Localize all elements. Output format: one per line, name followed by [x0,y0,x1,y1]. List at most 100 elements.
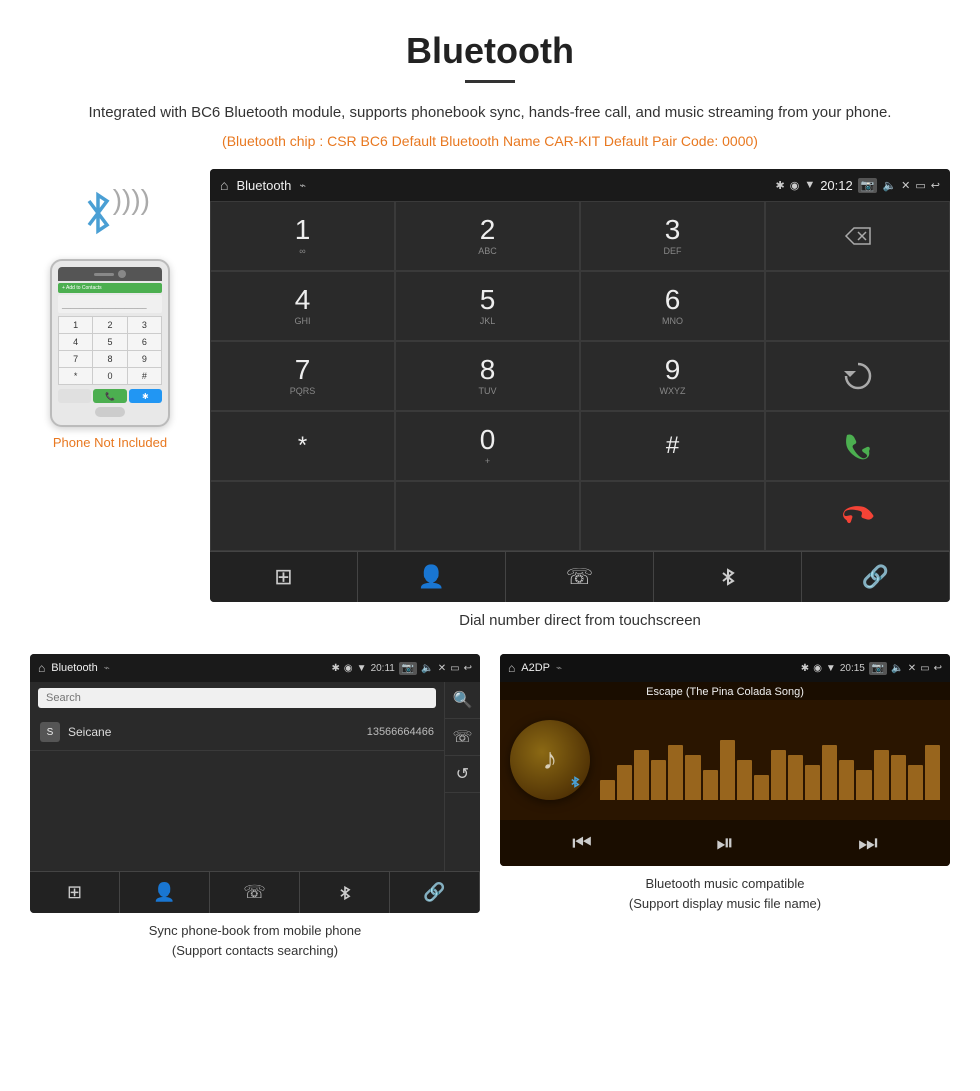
pb-nav-grid[interactable]: ⊞ [30,872,120,913]
music-bar [720,740,735,800]
dial-key-hash[interactable]: # [580,411,765,481]
phone-top-bar [58,267,162,281]
phone-add-contacts-label: + Add to Contacts [62,285,102,291]
music-time: 20:15 [840,663,865,674]
camera-icon[interactable]: 📷 [858,178,878,193]
pb-search-row [30,682,444,714]
signal-status-icon: ▼ [804,179,815,191]
dialer-status-bar: ⌂ Bluetooth ⌁ ✱ ◉ ▼ 20:12 📷 🔈 ✕ ▭ ↩ [210,169,950,201]
dial-key-8[interactable]: 8 TUV [395,341,580,411]
dial-call-button[interactable] [765,411,950,481]
pb-search-input[interactable] [38,688,436,708]
dial-key-star[interactable]: * [210,411,395,481]
page-title: Bluetooth [20,30,960,72]
main-content: )))) + Add to Contacts _________________… [0,159,980,654]
music-caption: Bluetooth music compatible(Support displ… [629,874,821,913]
dial-key-4[interactable]: 4 GHI [210,271,395,341]
music-bar [754,775,769,800]
phone-icon: ☏ [566,564,594,590]
music-back-icon[interactable]: ↩ [934,663,942,674]
pb-phone-right-icon[interactable]: ☏ [445,719,480,756]
dialer-screen: ⌂ Bluetooth ⌁ ✱ ◉ ▼ 20:12 📷 🔈 ✕ ▭ ↩ [210,169,950,602]
dialer-nav-phone[interactable]: ☏ [506,552,654,602]
pb-nav-phone[interactable]: ☏ [210,872,300,913]
dialer-nav-bluetooth[interactable] [654,552,802,602]
music-cam-icon[interactable]: 📷 [869,662,887,675]
pb-back-icon[interactable]: ↩ [464,663,472,674]
music-close-icon[interactable]: ✕ [908,663,916,674]
phone-section: )))) + Add to Contacts _________________… [20,169,200,450]
pb-phone-icon: ☏ [243,882,266,903]
music-screen-icon[interactable]: ▭ [920,663,929,674]
dialer-section: ⌂ Bluetooth ⌁ ✱ ◉ ▼ 20:12 📷 🔈 ✕ ▭ ↩ [210,169,950,644]
dial-key-3[interactable]: 3 DEF [580,201,765,271]
music-usb-icon: ⌁ [556,663,562,674]
music-controls: ⏮ ⏯ ⏭ [500,820,950,866]
music-status-bar: ⌂ A2DP ⌁ ✱ ◉ ▼ 20:15 📷 🔈 ✕ ▭ ↩ [500,654,950,682]
volume-icon[interactable]: 🔈 [882,179,896,192]
dialer-keys-grid: 1 ∞ 2 ABC 3 DEF [210,201,950,551]
dial-key-6[interactable]: 6 MNO [580,271,765,341]
pb-home-icon[interactable]: ⌂ [38,661,45,675]
dial-redial-button[interactable] [765,341,950,411]
back-icon[interactable]: ↩ [931,179,940,192]
pb-screen-icon[interactable]: ▭ [450,663,459,674]
dial-key-5[interactable]: 5 JKL [395,271,580,341]
music-main-area: ♪ [500,700,950,820]
pb-refresh-right-icon[interactable]: ↺ [445,756,480,793]
dial-key-1[interactable]: 1 ∞ [210,201,395,271]
music-playpause-button[interactable]: ⏯ [716,830,734,856]
contacts-icon: 👤 [418,564,445,590]
music-bt-badge-icon [568,775,582,792]
phone-add-contacts-bar: + Add to Contacts [58,283,162,293]
music-bar [822,745,837,800]
pb-title: Bluetooth [51,662,97,674]
pb-close-icon[interactable]: ✕ [438,663,446,674]
music-prev-button[interactable]: ⏮ [572,830,592,856]
dial-empty-r2 [765,271,950,341]
music-status-icons: ✱ ◉ ▼ 20:15 📷 🔈 ✕ ▭ ↩ [801,662,942,675]
wifi-waves-icon: )))) [113,184,150,216]
pb-search-right-icon[interactable]: 🔍 [445,682,480,719]
music-signal-icon: ▼ [826,663,836,674]
screen-icon[interactable]: ▭ [915,179,925,192]
phone-device: + Add to Contacts ___________________ 12… [50,259,170,427]
pb-link-icon: 🔗 [423,882,445,903]
dial-empty-r5b [395,481,580,551]
music-home-icon[interactable]: ⌂ [508,661,515,675]
music-screen: ⌂ A2DP ⌁ ✱ ◉ ▼ 20:15 📷 🔈 ✕ ▭ ↩ [500,654,950,866]
dial-hangup-button[interactable] [765,481,950,551]
dial-label: Dial number direct from touchscreen [210,602,950,644]
status-title: Bluetooth [236,178,291,193]
pb-vol-icon[interactable]: 🔈 [421,663,433,674]
music-bar [839,760,854,800]
dial-key-9[interactable]: 9 WXYZ [580,341,765,411]
page-header: Bluetooth Integrated with BC6 Bluetooth … [0,0,980,159]
pb-nav-contacts[interactable]: 👤 [120,872,210,913]
music-next-button[interactable]: ⏭ [858,830,878,856]
dial-key-0[interactable]: 0 + [395,411,580,481]
close-icon[interactable]: ✕ [901,179,910,192]
dial-backspace-button[interactable] [765,201,950,271]
dial-key-7[interactable]: 7 PQRS [210,341,395,411]
location-status-icon: ◉ [790,179,800,192]
dial-empty-r5a [210,481,395,551]
dialer-nav-contacts[interactable]: 👤 [358,552,506,602]
pb-contact-letter: S [40,722,60,742]
home-icon[interactable]: ⌂ [220,177,228,193]
music-vol-icon[interactable]: 🔈 [891,663,903,674]
dialer-nav-grid[interactable]: ⊞ [210,552,358,602]
music-bar [737,760,752,800]
dial-key-2[interactable]: 2 ABC [395,201,580,271]
pb-contact-row[interactable]: S Seicane 13566664466 [30,714,444,751]
phonebook-item: ⌂ Bluetooth ⌁ ✱ ◉ ▼ 20:11 📷 🔈 ✕ ▭ ↩ [30,654,480,960]
pb-nav-bluetooth[interactable] [300,872,390,913]
usb-icon: ⌁ [299,179,306,192]
music-app-title: A2DP [521,662,550,674]
bluetooth-status-icon: ✱ [775,179,784,192]
page-specs: (Bluetooth chip : CSR BC6 Default Blueto… [20,133,960,149]
dialer-nav-link[interactable]: 🔗 [802,552,950,602]
pb-main-area: S Seicane 13566664466 🔍 ☏ ↺ [30,682,480,871]
pb-cam-icon[interactable]: 📷 [399,662,417,675]
pb-nav-link[interactable]: 🔗 [390,872,480,913]
